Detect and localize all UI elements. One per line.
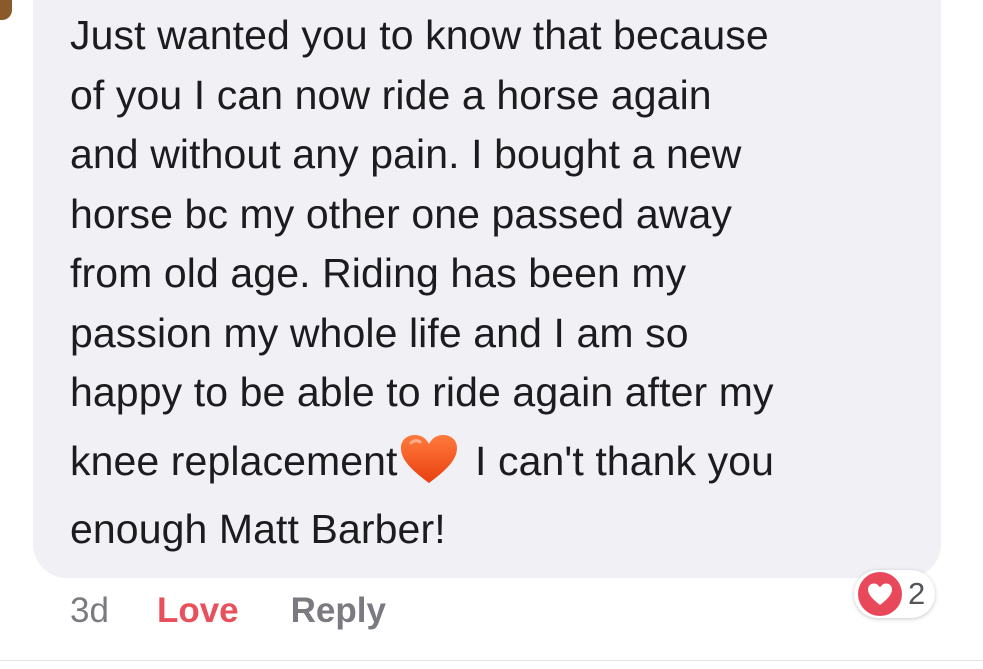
comment-line: happy to be able to ride again after my	[70, 369, 774, 415]
comment-thread: Just wanted you to know that because of …	[0, 0, 983, 669]
comment-line: from old age. Riding has been my	[70, 250, 687, 296]
orange-heart-icon	[400, 433, 458, 483]
comment-text-segment: knee replacement	[70, 437, 398, 484]
comment-actions: 3d Love Reply	[70, 586, 386, 636]
reaction-badge[interactable]: 2	[854, 570, 936, 618]
comment-line: of you I can now ride a horse again	[70, 71, 712, 118]
love-button[interactable]: Love	[157, 591, 239, 631]
comment-line: and without any pain. I bought a new	[70, 131, 742, 177]
comment-line: horse bc my other one passed away	[70, 190, 732, 237]
divider	[0, 660, 983, 661]
reaction-count: 2	[908, 576, 926, 611]
heart-icon	[858, 572, 902, 616]
comment-line: enough Matt Barber!	[70, 505, 446, 552]
comment-line: passion my whole life and I am so	[70, 309, 689, 356]
comment-text-segment: I can't thank you	[463, 437, 775, 484]
avatar[interactable]	[0, 0, 12, 20]
reply-button[interactable]: Reply	[291, 591, 386, 631]
comment-line-with-emoji: knee replacement I can't thank you	[70, 423, 930, 500]
comment-timestamp: 3d	[70, 591, 109, 630]
comment-text: Just wanted you to know that because of …	[70, 6, 930, 559]
comment-line: Just wanted you to know that because	[70, 12, 769, 58]
